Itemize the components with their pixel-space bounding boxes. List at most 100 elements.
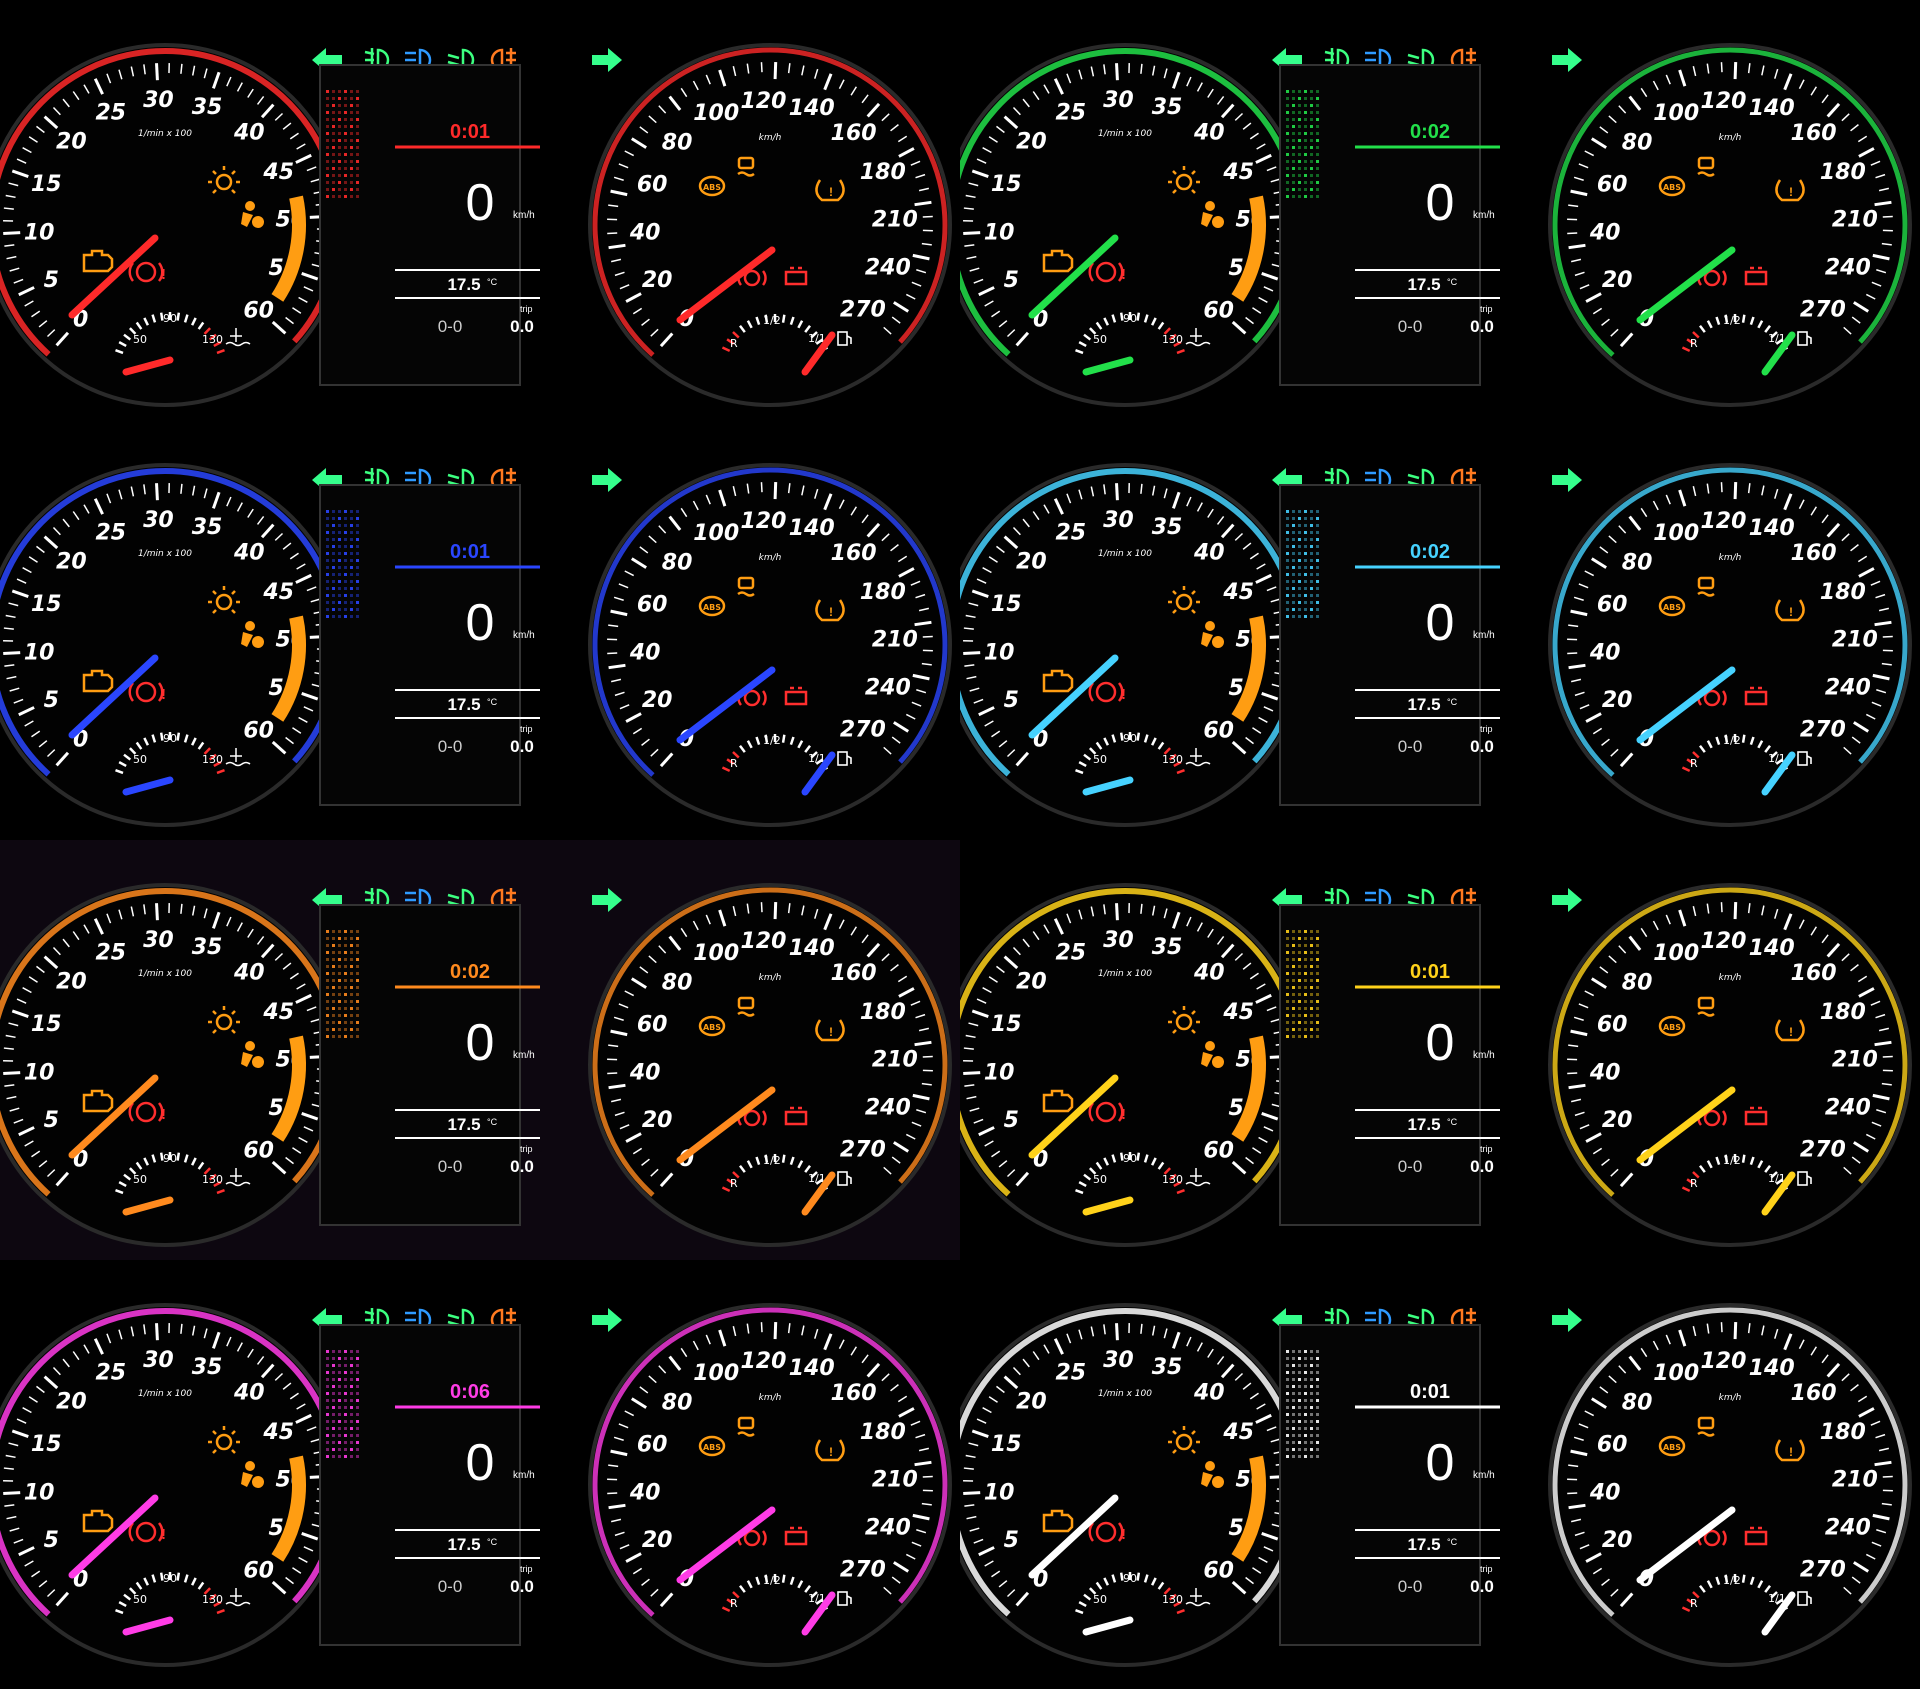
instrument-cluster-panel: 0 5 10 15 20 25 30 35 40 45 50 55 60 1/min x 100 50 … bbox=[0, 0, 960, 420]
led-dot bbox=[344, 139, 347, 142]
speed-number: 60 bbox=[637, 172, 668, 197]
speed-number: 180 bbox=[860, 1420, 906, 1445]
led-dot bbox=[338, 1371, 341, 1374]
lcd-display: 0:01 0 km/h 17.5 °C 0-0 trip 0.0 bbox=[319, 484, 540, 806]
fuel-half-label: 1/2 bbox=[763, 1574, 781, 1587]
led-dot bbox=[326, 1021, 329, 1024]
led-dot bbox=[356, 139, 359, 142]
led-dot bbox=[332, 1357, 335, 1360]
tach-number: 15 bbox=[31, 592, 62, 617]
led-dot bbox=[356, 510, 359, 513]
led-dot bbox=[1310, 146, 1313, 149]
led-dot bbox=[1286, 1028, 1289, 1031]
led-dot bbox=[326, 1413, 329, 1416]
led-dot bbox=[350, 1364, 353, 1367]
led-dot bbox=[1310, 1399, 1313, 1402]
led-dot bbox=[1298, 139, 1301, 142]
led-dot bbox=[1316, 139, 1319, 142]
led-dot bbox=[1304, 1014, 1307, 1017]
speed-number: 140 bbox=[789, 936, 835, 961]
led-dot bbox=[1292, 174, 1295, 177]
led-dot bbox=[356, 1378, 359, 1381]
tach-number: 45 bbox=[1222, 1000, 1254, 1025]
led-dot bbox=[1298, 181, 1301, 184]
led-dot bbox=[1286, 1364, 1289, 1367]
speed-number: 20 bbox=[642, 1528, 673, 1553]
led-dot bbox=[332, 1392, 335, 1395]
speed-number: 210 bbox=[872, 627, 918, 652]
led-dot bbox=[356, 993, 359, 996]
led-dot bbox=[1310, 944, 1313, 947]
led-dot bbox=[326, 1007, 329, 1010]
led-dot bbox=[338, 601, 341, 604]
speed-number: 100 bbox=[693, 521, 739, 546]
fuel-tick bbox=[1741, 1574, 1746, 1583]
led-dot bbox=[332, 125, 335, 128]
led-dot bbox=[1292, 1392, 1295, 1395]
led-dot bbox=[326, 167, 329, 170]
led-dot bbox=[356, 1364, 359, 1367]
led-dot bbox=[350, 1371, 353, 1374]
led-dot bbox=[1286, 111, 1289, 114]
led-dot bbox=[338, 1028, 341, 1031]
led-dot bbox=[350, 944, 353, 947]
led-dot bbox=[1286, 965, 1289, 968]
led-dot bbox=[1316, 1350, 1319, 1353]
led-dot bbox=[1298, 104, 1301, 107]
led-dot bbox=[332, 1021, 335, 1024]
led-dot bbox=[1310, 1434, 1313, 1437]
speed-number: 210 bbox=[872, 207, 918, 232]
led-dot bbox=[1316, 615, 1319, 618]
temp-mid-label: 90 bbox=[1123, 1572, 1137, 1585]
led-dot bbox=[1292, 1371, 1295, 1374]
led-dot bbox=[1316, 104, 1319, 107]
led-dot bbox=[1298, 1406, 1301, 1409]
lcd-odometer: 0-0 bbox=[1398, 317, 1423, 336]
led-dot bbox=[1304, 139, 1307, 142]
led-dot bbox=[350, 1399, 353, 1402]
led-dot bbox=[326, 993, 329, 996]
led-dot bbox=[332, 132, 335, 135]
led-dot bbox=[1316, 167, 1319, 170]
tachometer: 0510152025 30 354045505560 1/min x 100 50 … bbox=[0, 43, 347, 407]
speed-number: 60 bbox=[637, 592, 668, 617]
led-dot bbox=[332, 111, 335, 114]
speed-number: 120 bbox=[1700, 1349, 1746, 1374]
tach-tick bbox=[3, 1071, 21, 1075]
tach-tick bbox=[1115, 63, 1119, 81]
led-dot bbox=[356, 1406, 359, 1409]
led-dot bbox=[1304, 1392, 1307, 1395]
speed-number: 160 bbox=[831, 541, 877, 566]
led-dot bbox=[1310, 90, 1313, 93]
led-dot bbox=[356, 601, 359, 604]
tach-tick bbox=[1115, 903, 1119, 921]
led-dot bbox=[1286, 90, 1289, 93]
led-dot bbox=[326, 986, 329, 989]
led-dot bbox=[326, 1434, 329, 1437]
led-dot bbox=[326, 1350, 329, 1353]
tach-number: 25 bbox=[1055, 940, 1086, 965]
speed-tick bbox=[1733, 902, 1738, 920]
led-dot bbox=[350, 1427, 353, 1430]
tach-tick bbox=[3, 207, 14, 210]
led-dot bbox=[356, 972, 359, 975]
led-dot bbox=[338, 1448, 341, 1451]
led-dot bbox=[338, 1007, 341, 1010]
led-dot bbox=[332, 937, 335, 940]
led-dot bbox=[1286, 951, 1289, 954]
led-dot bbox=[1298, 167, 1301, 170]
led-dot bbox=[1286, 986, 1289, 989]
led-dot bbox=[344, 559, 347, 562]
led-dot bbox=[332, 1455, 335, 1458]
led-dot bbox=[1298, 566, 1301, 569]
tach-tick bbox=[3, 627, 14, 630]
tach-number: 5 bbox=[44, 688, 59, 713]
led-dot bbox=[1310, 559, 1313, 562]
tach-tick bbox=[155, 1323, 159, 1341]
led-dot bbox=[332, 1434, 335, 1437]
led-dot bbox=[350, 580, 353, 583]
led-dot bbox=[326, 937, 329, 940]
led-dot bbox=[1304, 188, 1307, 191]
led-dot bbox=[1310, 167, 1313, 170]
led-dot bbox=[338, 160, 341, 163]
